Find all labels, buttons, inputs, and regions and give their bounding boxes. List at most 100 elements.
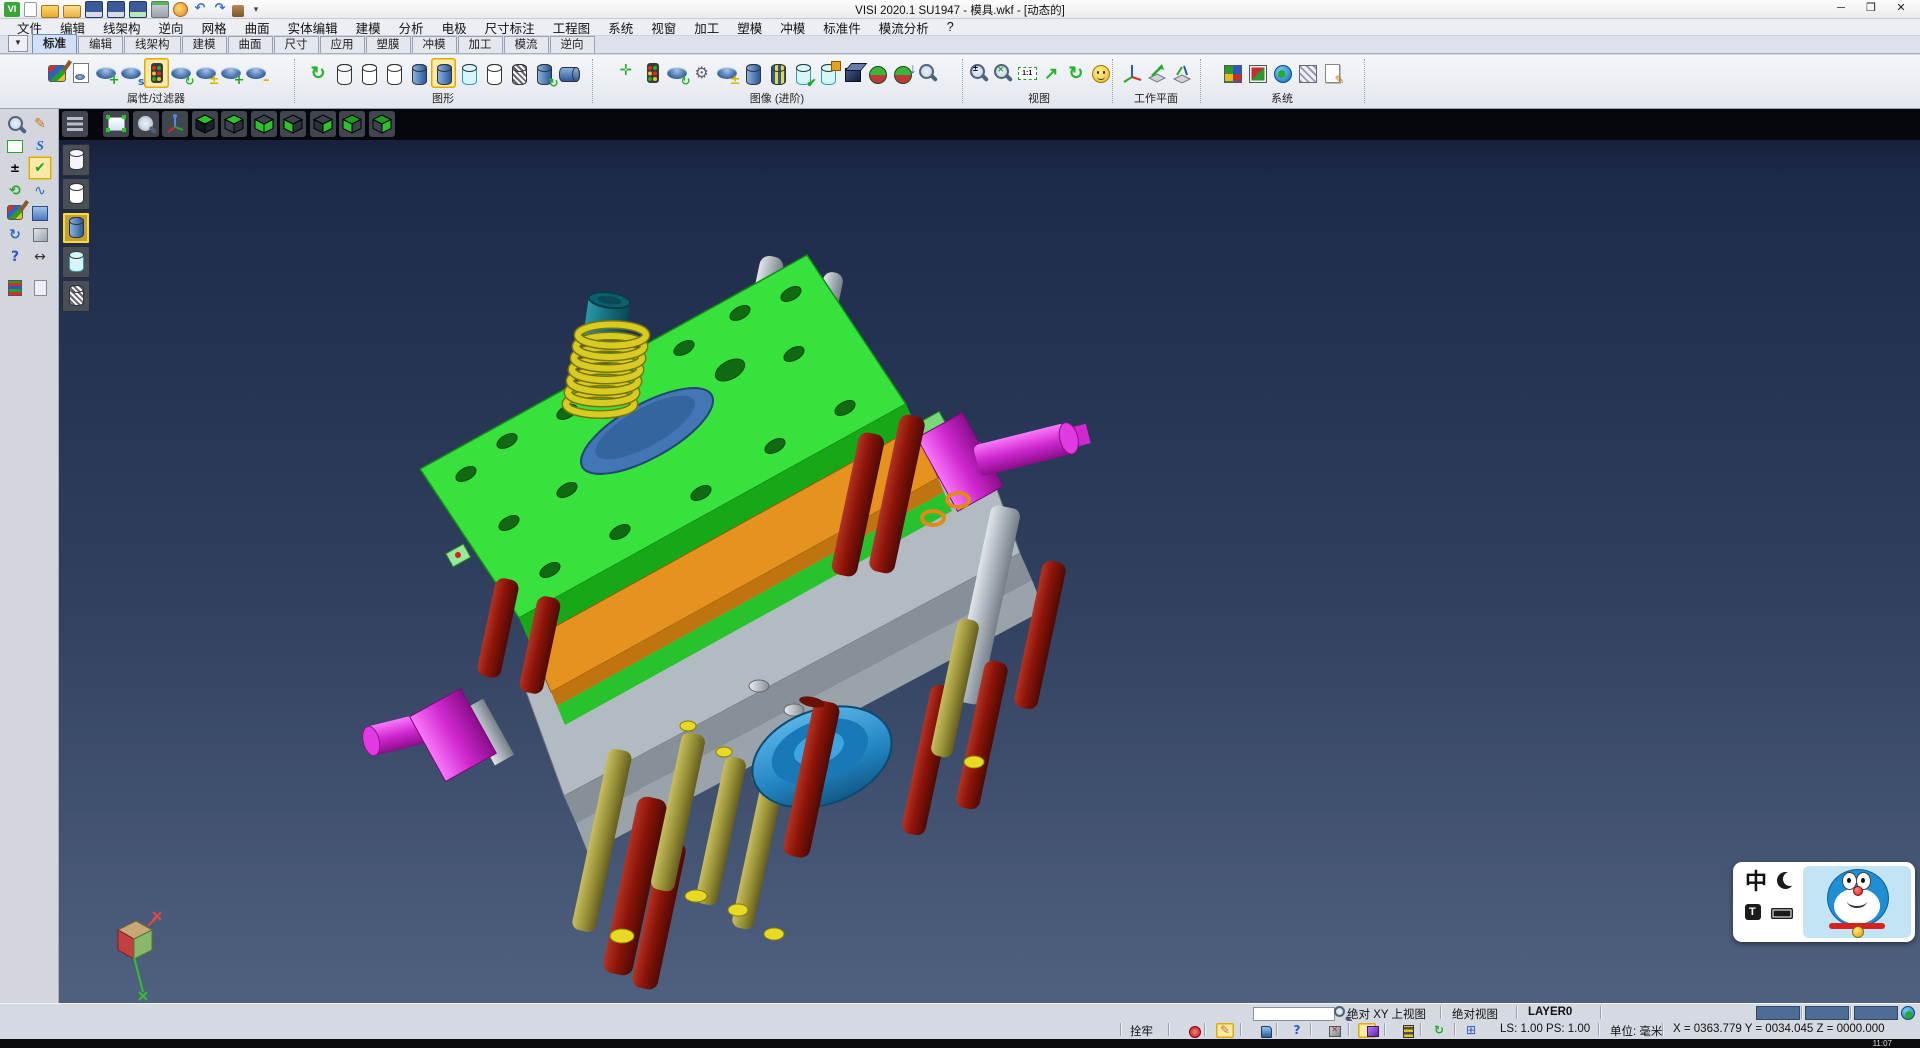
- refresh-blue-icon[interactable]: ↻: [5, 225, 25, 245]
- bookmark-colors-icon[interactable]: [5, 278, 25, 298]
- menu-item-mesh[interactable]: 网格: [193, 18, 236, 37]
- snap-pencil-icon[interactable]: ✎: [1216, 1023, 1234, 1038]
- attribute-brush-icon[interactable]: [44, 58, 69, 88]
- absolute-view-label[interactable]: 绝对视图: [1452, 1006, 1498, 1022]
- cylinder-horizontal-icon[interactable]: [556, 58, 581, 88]
- menu-item-standard-parts[interactable]: 标准件: [814, 18, 870, 37]
- close-button[interactable]: ✕: [1886, 0, 1916, 17]
- eye-show-icon[interactable]: [219, 58, 244, 88]
- help-question-icon[interactable]: ?: [5, 247, 25, 267]
- attribute-brush-side-icon[interactable]: [5, 203, 25, 223]
- menu-item-flow-analysis[interactable]: 模流分析: [870, 18, 938, 37]
- graphics-viewport[interactable]: 中: [58, 108, 1920, 1003]
- menu-item-drawing[interactable]: 工程图: [544, 18, 600, 37]
- tab-flow[interactable]: 模流: [504, 36, 549, 53]
- menu-item-help[interactable]: ?: [938, 20, 963, 34]
- ime-language-indicator[interactable]: 中: [1745, 870, 1767, 894]
- cylinder-striped-icon[interactable]: [765, 58, 790, 88]
- menu-item-analysis[interactable]: 分析: [390, 18, 433, 37]
- cylinder-check-icon[interactable]: [790, 58, 815, 88]
- smiley-render-icon[interactable]: [1088, 58, 1112, 88]
- traffic-light-filter-icon[interactable]: [144, 58, 169, 88]
- zoom-plus-minus-icon[interactable]: ±: [5, 158, 25, 178]
- cylinder-transparent-icon[interactable]: [456, 58, 481, 88]
- color-swatch-3[interactable]: [1854, 1006, 1898, 1020]
- zoom-filter-icon[interactable]: [915, 58, 940, 88]
- maximize-button[interactable]: ❒: [1856, 0, 1886, 17]
- view-orbit-icon[interactable]: ⟲: [5, 181, 25, 201]
- globe-system-icon[interactable]: [1270, 58, 1295, 88]
- menu-item-mold[interactable]: 塑模: [728, 18, 771, 37]
- vector-arrow-icon[interactable]: [1039, 58, 1063, 88]
- tab-surface[interactable]: 曲面: [228, 36, 273, 53]
- layer-indicator[interactable]: LAYER0: [1528, 1006, 1572, 1018]
- spline-pencil-icon[interactable]: S: [30, 136, 50, 156]
- tab-application[interactable]: 应用: [320, 36, 365, 53]
- record-red-icon[interactable]: [1180, 1023, 1198, 1038]
- cylinder-shaded-icon[interactable]: [406, 58, 431, 88]
- confirm-check-icon[interactable]: ✔: [30, 158, 50, 178]
- cylinder-outline-icon[interactable]: [356, 58, 381, 88]
- cylinder-hatched-icon[interactable]: [506, 58, 531, 88]
- cube-axes-icon[interactable]: ✕: [1320, 1023, 1338, 1038]
- zoom-extents-icon[interactable]: [990, 58, 1014, 88]
- tab-dropdown-icon[interactable]: ▼: [8, 35, 28, 52]
- tab-machining[interactable]: 加工: [458, 36, 503, 53]
- menu-item-window[interactable]: 视窗: [642, 18, 685, 37]
- eye-remove-icon[interactable]: [119, 58, 144, 88]
- traffic-light-advanced-icon[interactable]: [640, 58, 665, 88]
- tab-edit[interactable]: 编辑: [78, 36, 123, 53]
- color-grid-icon[interactable]: [1220, 58, 1245, 88]
- moon-icon[interactable]: [1777, 872, 1794, 889]
- erase-pencil-icon[interactable]: ✎: [30, 114, 50, 134]
- grid-red-green-icon[interactable]: [1245, 58, 1270, 88]
- color-swatch-2[interactable]: [1805, 1006, 1849, 1020]
- rotate-refresh-icon[interactable]: ↻: [1430, 1023, 1448, 1038]
- menu-item-system[interactable]: 系统: [599, 18, 642, 37]
- eye-refresh-icon[interactable]: [169, 58, 194, 88]
- cylinder-ghost-icon[interactable]: [381, 58, 406, 88]
- ime-panel[interactable]: 中: [1733, 862, 1915, 942]
- cube-shaded-icon[interactable]: [840, 58, 865, 88]
- workplane-move-icon[interactable]: [1144, 58, 1169, 88]
- minimize-button[interactable]: ─: [1826, 0, 1856, 17]
- help-question-status-icon[interactable]: ?: [1288, 1023, 1306, 1038]
- window-grid-icon[interactable]: ⊞: [1462, 1023, 1480, 1038]
- menu-item-stamping[interactable]: 冲模: [771, 18, 814, 37]
- eye-plus-minus-icon[interactable]: [194, 58, 219, 88]
- workplane-align-icon[interactable]: [1169, 58, 1194, 88]
- cylinder-tag-icon[interactable]: [815, 58, 840, 88]
- rotate-view-icon[interactable]: [1063, 58, 1087, 88]
- cylinder-blue-icon[interactable]: [740, 58, 765, 88]
- sphere-dual-icon[interactable]: [865, 58, 890, 88]
- menu-item-reverse[interactable]: 逆向: [150, 18, 193, 37]
- search-input[interactable]: [1253, 1007, 1335, 1021]
- sphere-arrow-icon[interactable]: [890, 58, 915, 88]
- refresh-view-icon[interactable]: [306, 58, 331, 88]
- mold-assembly-model[interactable]: [58, 108, 1920, 1003]
- wrench-settings-icon[interactable]: [690, 58, 715, 88]
- cylinder-shaded-edges-icon[interactable]: [431, 58, 456, 88]
- menu-item-wireframe[interactable]: 线架构: [94, 18, 150, 37]
- menu-item-surface[interactable]: 曲面: [236, 18, 279, 37]
- tab-reverse[interactable]: 逆向: [550, 36, 595, 53]
- tab-standard[interactable]: 标准: [32, 34, 77, 53]
- select-move-icon[interactable]: [615, 58, 640, 88]
- ink-fill-icon[interactable]: [1252, 1023, 1270, 1038]
- zoom-window-icon[interactable]: [5, 136, 25, 156]
- cylinder-refresh-icon[interactable]: [531, 58, 556, 88]
- menu-item-dimension[interactable]: 尺寸标注: [476, 18, 544, 37]
- zoom-1-1-icon[interactable]: [1015, 58, 1039, 88]
- view-reference-label[interactable]: 绝对 XY 上视图: [1347, 1006, 1426, 1022]
- cube-purple-icon[interactable]: [1358, 1023, 1376, 1038]
- eye-hide-icon[interactable]: [244, 58, 269, 88]
- menu-item-modeling[interactable]: 建模: [347, 18, 390, 37]
- cylinder-wireframe-icon[interactable]: [331, 58, 356, 88]
- menu-item-machining[interactable]: 加工: [685, 18, 728, 37]
- snap-lock-label[interactable]: 拴牢: [1130, 1023, 1153, 1039]
- globe-status-icon[interactable]: [1899, 1005, 1917, 1020]
- menu-item-solid-edit[interactable]: 实体编辑: [279, 18, 347, 37]
- eye-recycle-icon[interactable]: [665, 58, 690, 88]
- tool-icon[interactable]: [1745, 904, 1761, 920]
- list-levels-icon[interactable]: [1394, 1023, 1412, 1038]
